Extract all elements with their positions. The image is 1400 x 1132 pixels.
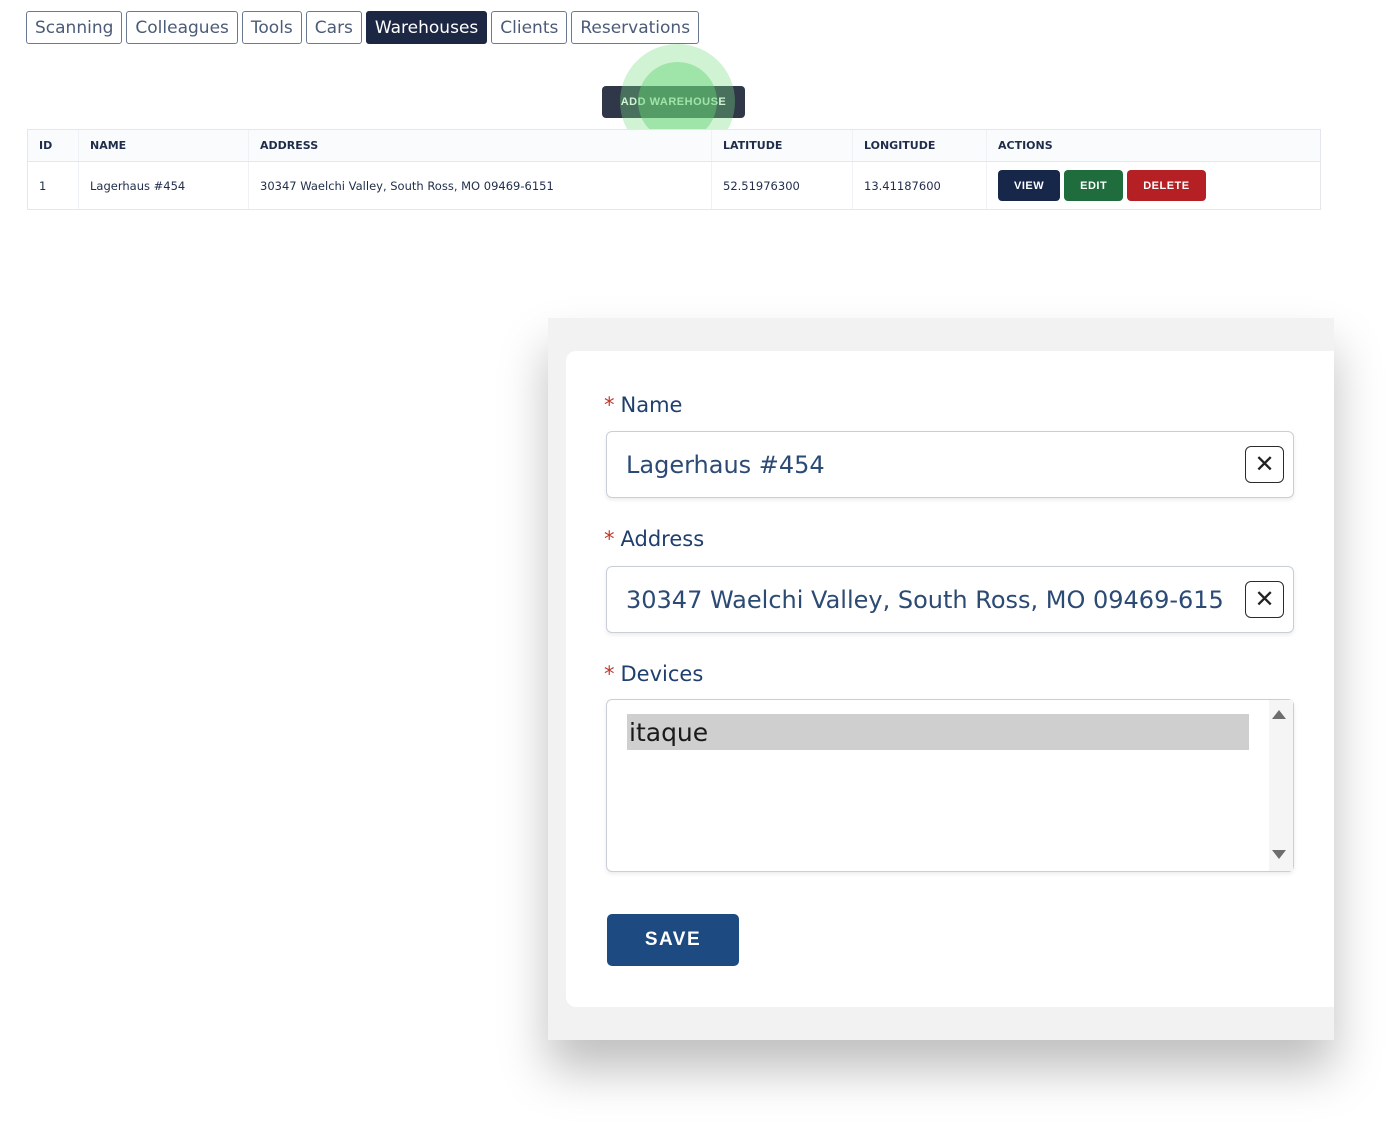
cell-actions: VIEW EDIT DELETE [987, 162, 1320, 209]
clear-name-button[interactable]: ✕ [1245, 446, 1284, 483]
tab-clients[interactable]: Clients [491, 11, 568, 44]
warehouses-table: ID NAME ADDRESS LATITUDE LONGITUDE ACTIO… [27, 129, 1321, 210]
close-icon: ✕ [1254, 586, 1275, 613]
cell-id: 1 [28, 162, 79, 209]
cell-longitude: 13.41187600 [853, 162, 987, 209]
cell-latitude: 52.51976300 [712, 162, 853, 209]
required-mark: * [604, 393, 615, 417]
main-nav: Scanning Colleagues Tools Cars Warehouse… [26, 11, 700, 44]
address-field: ✕ [606, 566, 1294, 633]
delete-button[interactable]: DELETE [1127, 170, 1206, 201]
required-mark: * [604, 662, 615, 686]
header-longitude: LONGITUDE [853, 130, 987, 161]
header-address: ADDRESS [249, 130, 712, 161]
device-option[interactable]: itaque [627, 714, 1249, 750]
edit-button[interactable]: EDIT [1064, 170, 1124, 201]
address-label: * Address [604, 527, 705, 551]
tab-colleagues[interactable]: Colleagues [126, 11, 238, 44]
view-button[interactable]: VIEW [998, 170, 1061, 201]
tab-cars[interactable]: Cars [305, 11, 362, 44]
save-button[interactable]: SAVE [607, 914, 739, 966]
name-label: * Name [604, 393, 683, 417]
tab-reservations[interactable]: Reservations [571, 11, 700, 44]
add-warehouse-button[interactable]: ADD WAREHOUSE [602, 86, 745, 118]
address-input[interactable] [626, 585, 1226, 614]
scroll-down-icon[interactable] [1272, 850, 1286, 859]
header-actions: ACTIONS [998, 139, 1053, 152]
name-field: ✕ [606, 431, 1294, 498]
clear-address-button[interactable]: ✕ [1245, 581, 1284, 618]
tab-tools[interactable]: Tools [241, 11, 302, 44]
table-header: ID NAME ADDRESS LATITUDE LONGITUDE ACTIO… [28, 130, 1320, 162]
cell-address: 30347 Waelchi Valley, South Ross, MO 094… [249, 162, 712, 209]
tab-warehouses[interactable]: Warehouses [365, 11, 488, 44]
devices-label: * Devices [604, 662, 704, 686]
tab-scanning[interactable]: Scanning [26, 11, 123, 44]
required-mark: * [604, 527, 615, 551]
devices-select[interactable]: itaque [606, 699, 1294, 872]
header-latitude: LATITUDE [712, 130, 853, 161]
header-id: ID [28, 130, 79, 161]
devices-scrollbar[interactable] [1269, 700, 1293, 871]
name-input[interactable] [626, 450, 1226, 479]
cell-name: Lagerhaus #454 [79, 162, 249, 209]
scroll-up-icon[interactable] [1272, 710, 1286, 719]
table-row: 1 Lagerhaus #454 30347 Waelchi Valley, S… [28, 162, 1320, 209]
header-name: NAME [79, 130, 249, 161]
close-icon: ✕ [1254, 451, 1275, 478]
